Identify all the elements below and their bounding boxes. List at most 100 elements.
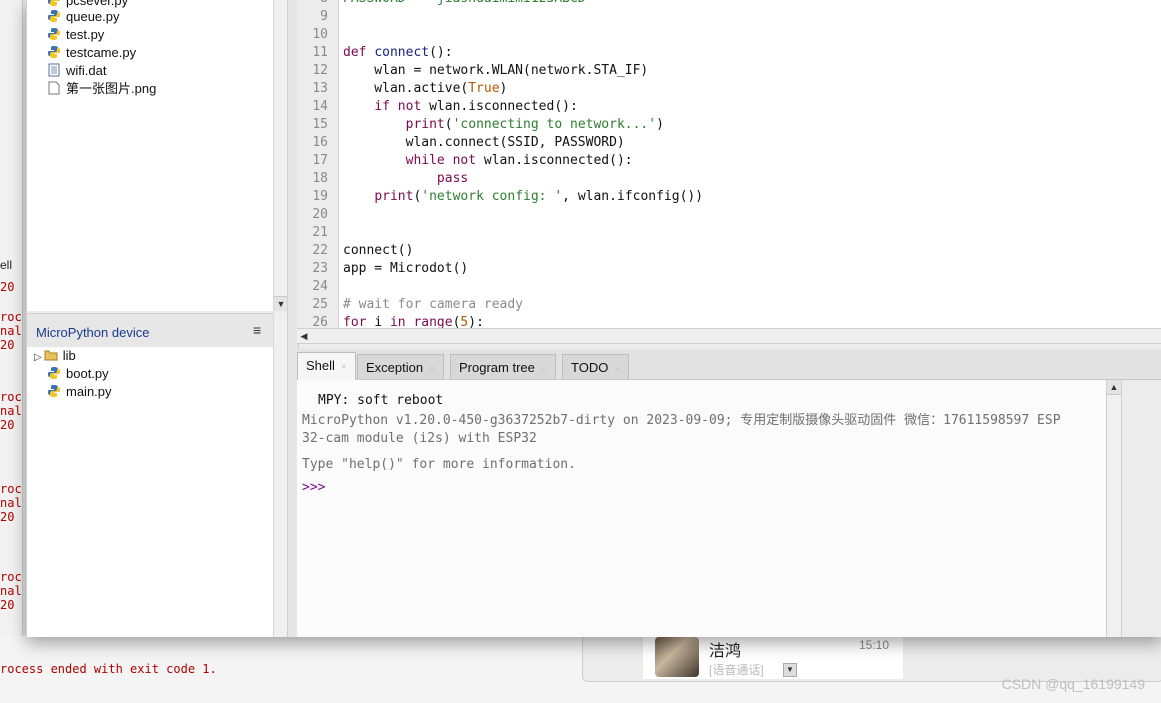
code-token: # wait for camera ready [343,297,524,312]
line-number: 18 [312,171,328,186]
bg-shell-label: ell [0,258,13,272]
file-item[interactable]: queue.py [47,8,120,26]
menu-icon[interactable]: ≡ [253,322,261,338]
line-number: 19 [312,189,328,204]
device-files-scrollbar[interactable] [273,313,288,637]
line-number: 16 [312,135,328,150]
file-item[interactable]: main.py [47,383,112,401]
line-number: 20 [312,207,328,222]
shell-help-line: Type "help()" for more information. [302,457,576,472]
line-number: 24 [312,279,328,294]
local-files-panel: pcsever.py queue.py test.py testcame.py … [27,0,273,311]
tab-label: TODO [571,360,609,375]
bg-output-fragment: nal [0,496,22,510]
editor-horizontal-scrollbar[interactable]: ◀ [297,328,1161,344]
folder-item-lib[interactable]: ▷ lib [34,347,76,365]
device-panel-header: MicroPython device ≡ [27,313,273,348]
file-name: queue.py [66,9,120,24]
line-number: 11 [312,45,328,60]
line-number: 12 [312,63,328,78]
tab-shell[interactable]: Shell × [297,352,356,380]
code-line[interactable]: wlan = network.WLAN(network.STA_IF) [343,62,648,80]
scroll-down-icon[interactable]: ▼ [274,296,288,311]
shell-scrollbar[interactable]: ▲ [1106,380,1122,637]
file-item[interactable]: test.py [47,26,104,44]
chat-contact-name: 洁鸿 [709,643,742,660]
code-line[interactable]: if not wlan.isconnected(): [343,98,578,116]
close-icon[interactable]: × [429,364,435,375]
code-token: in [389,315,414,328]
code-line[interactable]: while not wlan.isconnected(): [343,152,633,170]
expand-triangle-icon[interactable]: ▷ [34,352,42,363]
chat-time: 15:10 [859,638,890,652]
code-token: while not [405,153,484,168]
bg-output-fragment: nal [0,324,22,338]
close-icon[interactable]: × [341,362,347,373]
file-item[interactable]: 第一张图片.png [47,80,156,98]
chevron-down-icon[interactable]: ▼ [783,663,797,677]
close-icon[interactable]: × [541,364,547,375]
code-line[interactable]: def connect(): [343,44,453,62]
file-item[interactable]: testcame.py [47,44,136,62]
line-number: 21 [312,225,328,240]
code-line[interactable]: for i in range(5): [343,314,484,328]
tab-exception[interactable]: Exception × [357,354,444,379]
line-number: 9 [320,9,328,24]
shell-version-line: MicroPython v1.20.0-450-g3637252b7-dirty… [302,413,1061,428]
python-file-icon [48,385,60,397]
code-token: i [374,315,390,328]
text-file-icon [48,63,60,77]
chat-preview: [语音通话] [709,663,764,677]
shell-console[interactable]: MPY: soft reboot MicroPython v1.20.0-450… [297,380,1106,637]
code-line[interactable]: wlan.connect(SSID, PASSWORD) [343,134,625,152]
code-token: ) [499,81,508,96]
python-file-icon [48,0,60,6]
tab-todo[interactable]: TODO × [562,354,630,379]
file-name: boot.py [66,366,109,381]
code-token: , wlan.ifconfig()) [562,189,704,204]
bg-output-fragment: 20 [0,338,15,352]
code-token: ( [444,117,453,132]
files-scrollbar[interactable]: ▼ [273,0,288,311]
python-file-icon [48,367,60,379]
code-line[interactable]: pass [343,170,468,188]
code-token: connect [374,45,430,60]
code-line[interactable]: print('network config: ', wlan.ifconfig(… [343,188,703,206]
code-line[interactable]: print('connecting to network...') [343,116,664,134]
code-line[interactable]: connect() [343,242,413,260]
code-line[interactable]: app = Microdot() [343,260,468,278]
code-line[interactable]: PASSWORD = 'jiashuaimimi123ABCD' [343,0,593,8]
scroll-left-icon[interactable]: ◀ [297,329,311,343]
code-token: wlan.connect(SSID, PASSWORD) [343,135,625,150]
code-editor[interactable]: 8 PASSWORD = 'jiashuaimimi123ABCD' 9 10 11 de… [297,0,1161,328]
file-item[interactable]: boot.py [47,365,109,383]
file-name: 第一张图片.png [66,81,157,96]
code-token: for [343,315,375,328]
code-line[interactable]: # wait for camera ready [343,296,523,314]
code-token: pass [436,171,469,186]
shell-reboot-line: MPY: soft reboot [318,393,444,408]
code-token: 'connecting to network...' [452,117,657,132]
close-icon[interactable]: × [614,364,620,375]
code-token: print [374,189,414,204]
scroll-up-icon[interactable]: ▲ [1107,380,1121,395]
file-item[interactable]: wifi.dat [47,62,106,80]
code-token: connect() [343,243,414,258]
line-number: 15 [312,117,328,132]
bg-output-fragment: roc [0,310,22,324]
bg-output-fragment: nal [0,404,22,418]
shell-prompt[interactable]: >>> [302,479,325,497]
line-number: 14 [312,99,328,114]
code-token: ): [468,315,484,328]
tab-program-tree[interactable]: Program tree × [450,354,556,379]
code-token: ) [656,117,664,132]
tab-label: Exception [366,360,424,375]
code-line[interactable]: wlan.active(True) [343,80,507,98]
code-token: wlan.active( [343,81,469,96]
bg-output-fragment: 20 [0,598,15,612]
file-name: lib [62,348,76,363]
line-number: 23 [312,261,328,276]
